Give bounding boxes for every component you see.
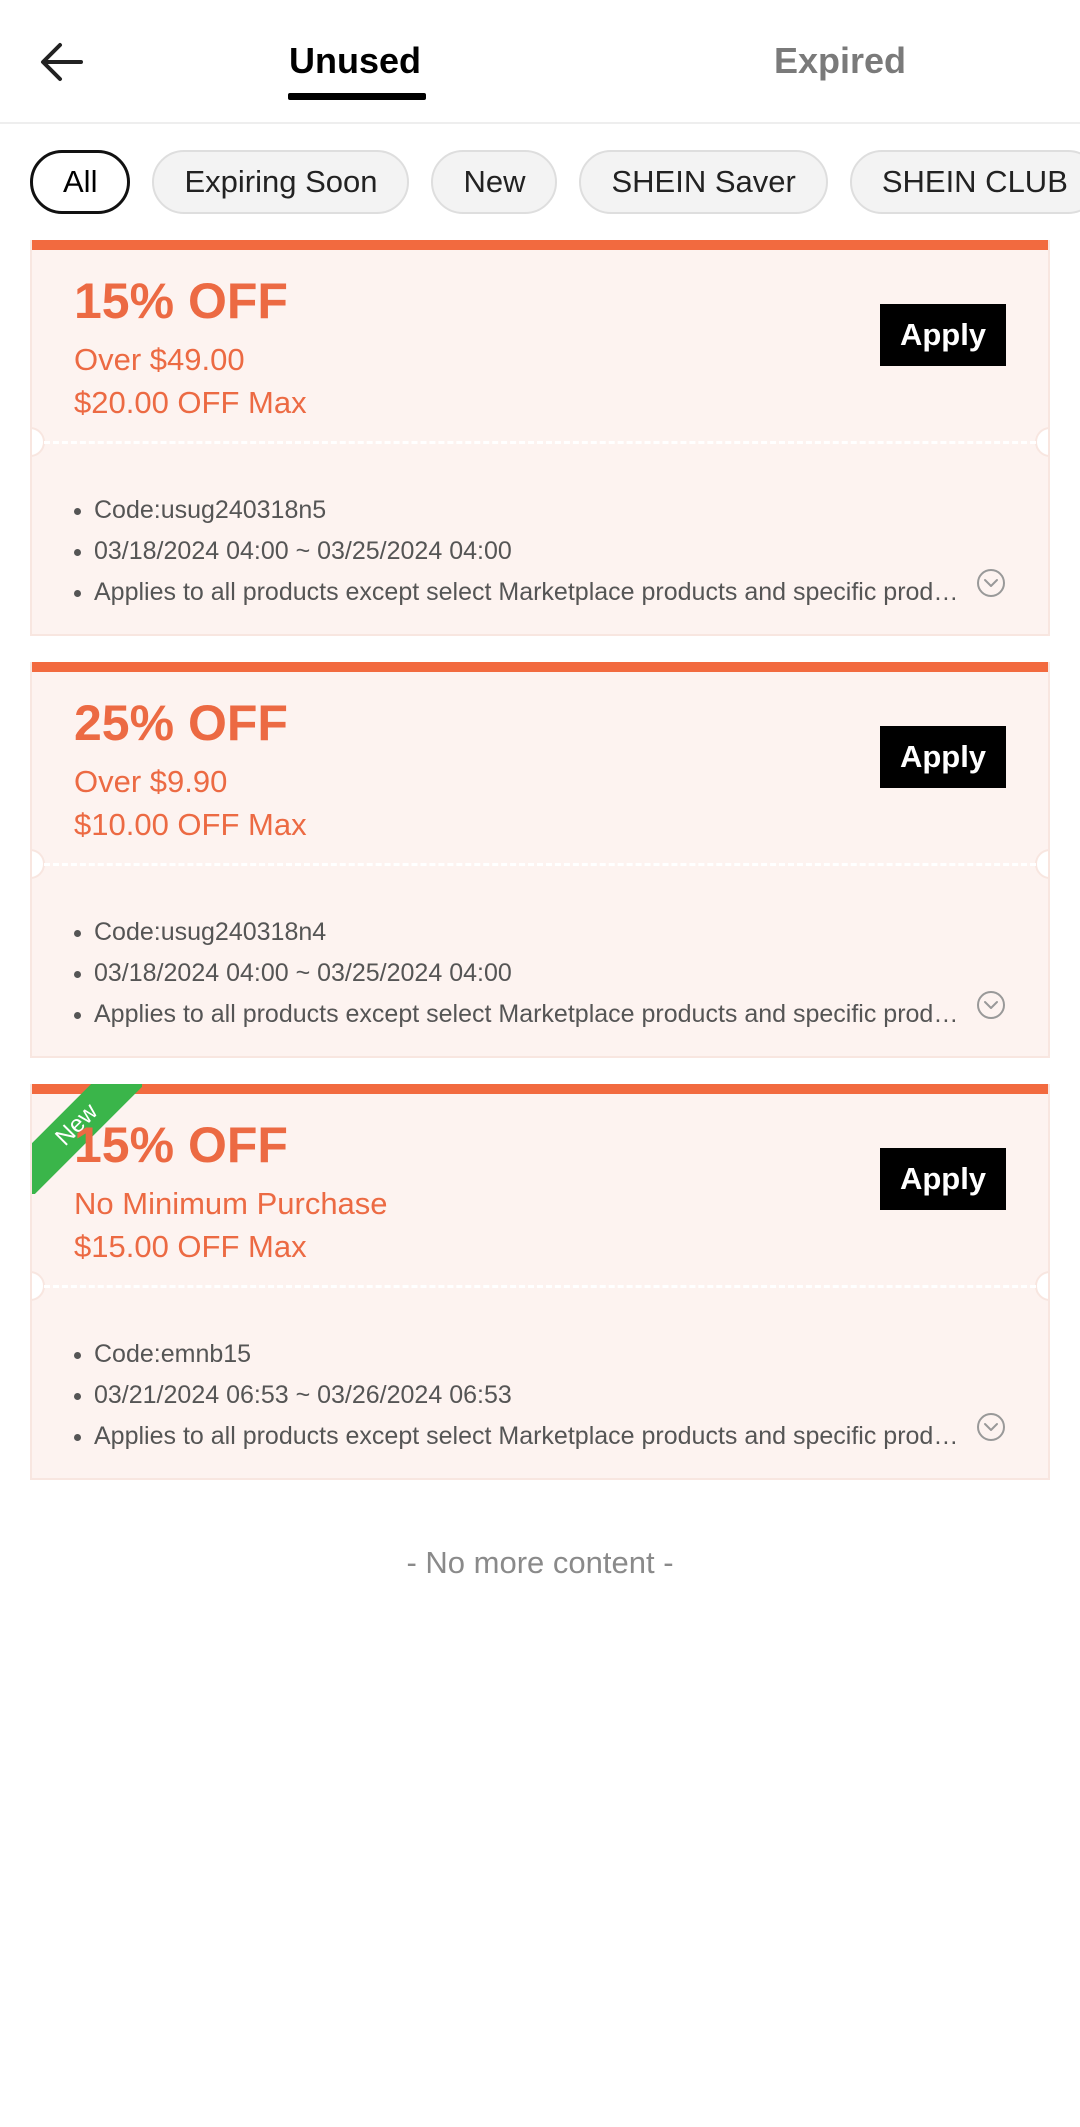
tab-expired[interactable]: Expired xyxy=(750,0,930,122)
coupon-details: Code:emnb15 03/21/2024 06:53 ~ 03/26/202… xyxy=(72,1334,992,1457)
back-button[interactable] xyxy=(30,30,94,94)
filter-chips: All Expiring Soon New SHEIN Saver SHEIN … xyxy=(30,150,1080,214)
coupon-validity: 03/18/2024 04:00 ~ 03/25/2024 04:00 xyxy=(72,953,992,994)
apply-button[interactable]: Apply xyxy=(880,1148,1006,1210)
dashed-divider xyxy=(44,441,1036,444)
coupon-details: Code:usug240318n5 03/18/2024 04:00 ~ 03/… xyxy=(72,490,992,613)
coupon-description: Applies to all products except select Ma… xyxy=(72,994,960,1035)
coupon-max-discount: $20.00 OFF Max xyxy=(74,385,307,420)
dashed-divider xyxy=(44,863,1036,866)
coupon-card: 25% OFF Over $9.90 $10.00 OFF Max Apply … xyxy=(30,662,1050,1058)
coupon-card: New 15% OFF No Minimum Purchase $15.00 O… xyxy=(30,1084,1050,1480)
coupon-code: Code:usug240318n4 xyxy=(72,912,992,953)
expand-details-button[interactable] xyxy=(976,568,1006,598)
filter-chip-shein-saver[interactable]: SHEIN Saver xyxy=(579,150,828,214)
filter-chip-expiring-soon[interactable]: Expiring Soon xyxy=(152,150,410,214)
coupon-condition: Over $49.00 xyxy=(74,342,245,377)
apply-button[interactable]: Apply xyxy=(880,726,1006,788)
header: Unused Expired xyxy=(0,0,1080,124)
coupon-max-discount: $15.00 OFF Max xyxy=(74,1229,307,1264)
back-arrow-icon xyxy=(41,43,83,81)
coupon-discount: 15% OFF xyxy=(74,1117,288,1173)
coupon-top-bar xyxy=(32,662,1048,672)
expand-details-button[interactable] xyxy=(976,1412,1006,1442)
tab-unused[interactable]: Unused xyxy=(270,0,440,122)
filter-chip-all[interactable]: All xyxy=(30,150,131,214)
coupon-validity: 03/21/2024 06:53 ~ 03/26/2024 06:53 xyxy=(72,1375,992,1416)
apply-button[interactable]: Apply xyxy=(880,304,1006,366)
filter-chip-new[interactable]: New xyxy=(431,150,558,214)
coupon-code: Code:emnb15 xyxy=(72,1334,992,1375)
coupon-condition: Over $9.90 xyxy=(74,764,228,799)
coupon-top-bar xyxy=(32,1084,1048,1094)
coupon-discount: 25% OFF xyxy=(74,695,288,751)
coupon-description: Applies to all products except select Ma… xyxy=(72,1416,960,1457)
ticket-notch xyxy=(32,849,45,879)
coupon-description: Applies to all products except select Ma… xyxy=(72,572,960,613)
filter-chip-shein-club[interactable]: SHEIN CLUB xyxy=(849,150,1080,214)
coupon-details: Code:usug240318n4 03/18/2024 04:00 ~ 03/… xyxy=(72,912,992,1035)
no-more-content-text: - No more content - xyxy=(406,1545,674,1580)
coupons-page: Unused Expired All Expiring Soon New SHE… xyxy=(0,0,1080,2127)
coupon-top-bar xyxy=(32,240,1048,250)
active-tab-indicator xyxy=(288,93,426,100)
coupon-code: Code:usug240318n5 xyxy=(72,490,992,531)
coupon-card: 15% OFF Over $49.00 $20.00 OFF Max Apply… xyxy=(30,240,1050,636)
coupon-discount: 15% OFF xyxy=(74,273,288,329)
ticket-notch xyxy=(32,427,45,457)
chevron-down-circle-icon xyxy=(977,1413,1005,1441)
expand-details-button[interactable] xyxy=(976,990,1006,1020)
ticket-notch xyxy=(1035,1271,1048,1301)
dashed-divider xyxy=(44,1285,1036,1288)
ticket-notch xyxy=(32,1271,45,1301)
ticket-notch xyxy=(1035,427,1048,457)
coupon-max-discount: $10.00 OFF Max xyxy=(74,807,307,842)
coupon-validity: 03/18/2024 04:00 ~ 03/25/2024 04:00 xyxy=(72,531,992,572)
chevron-down-circle-icon xyxy=(977,991,1005,1019)
chevron-down-circle-icon xyxy=(977,569,1005,597)
ticket-notch xyxy=(1035,849,1048,879)
coupon-condition: No Minimum Purchase xyxy=(74,1186,388,1221)
